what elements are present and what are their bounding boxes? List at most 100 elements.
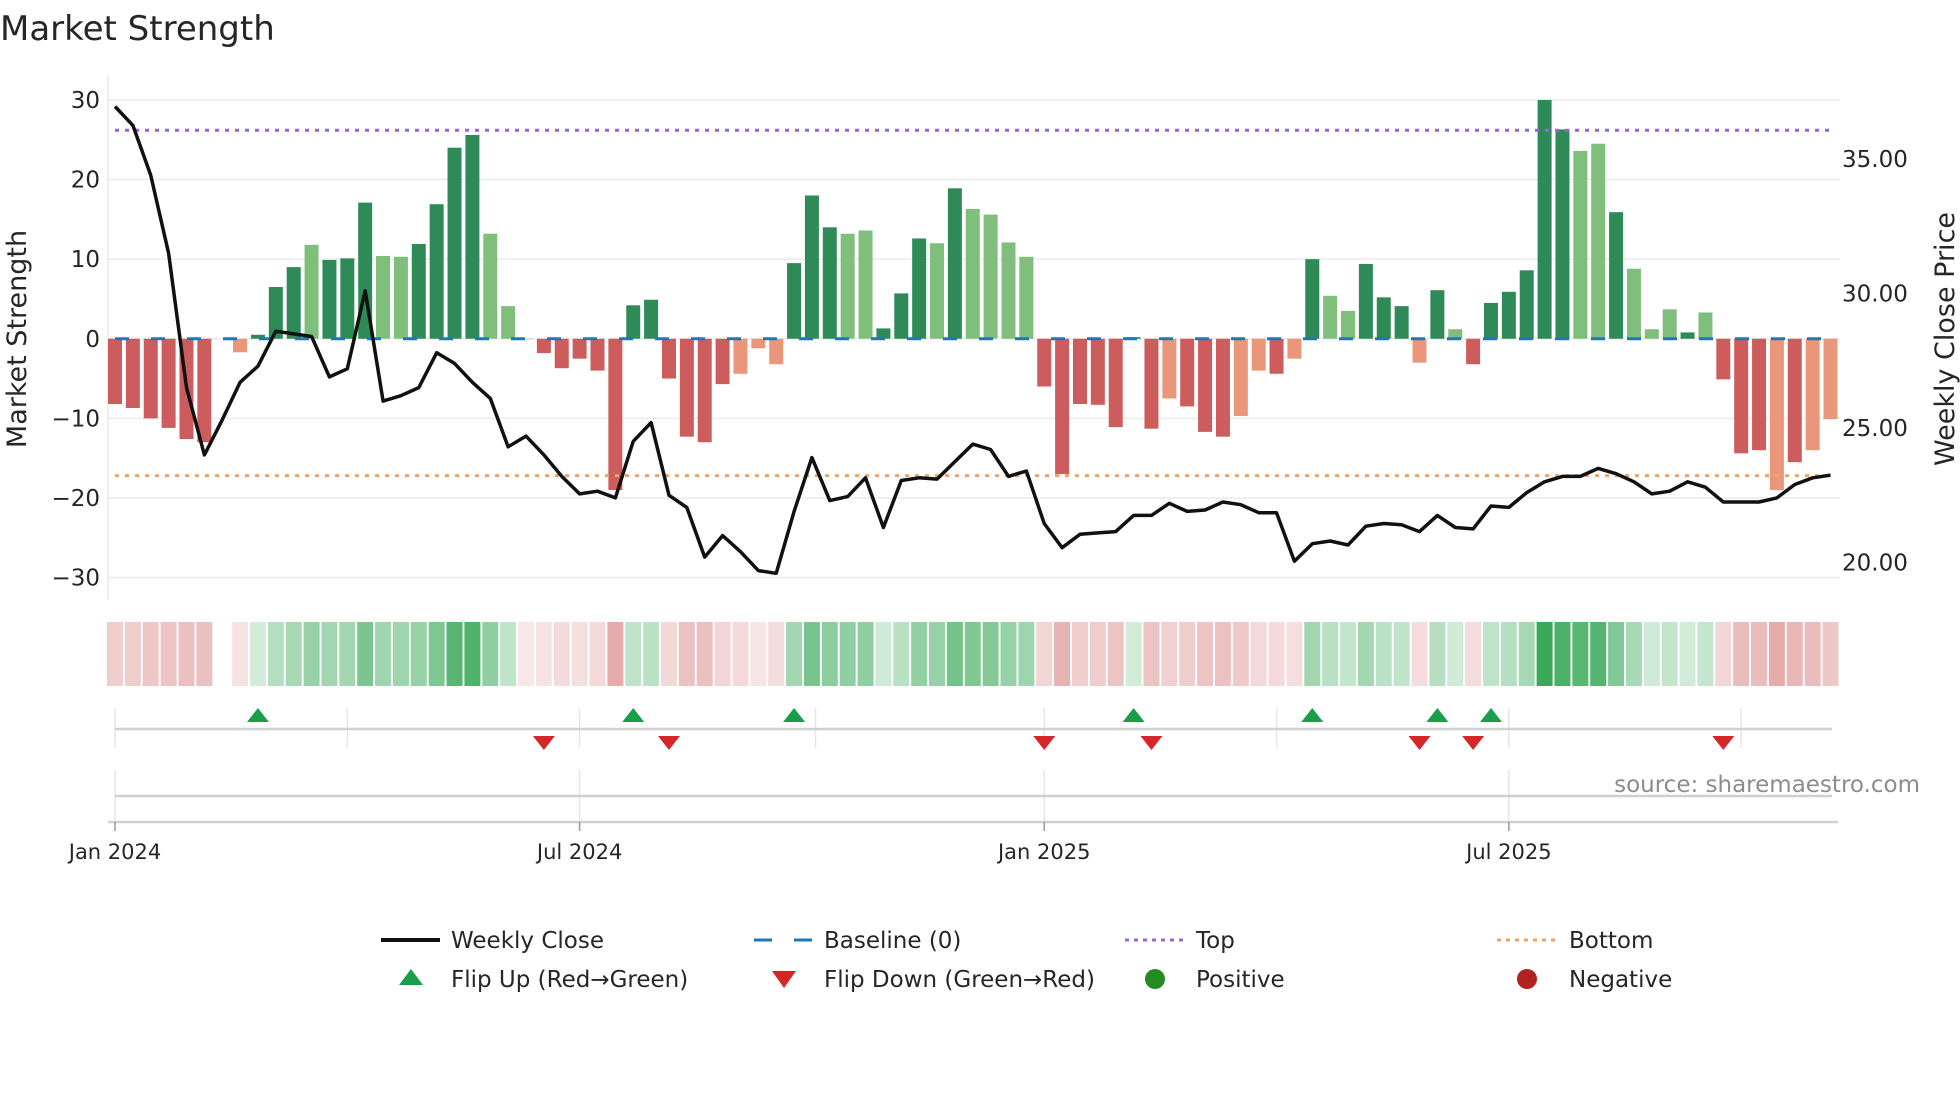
strength-bar [501,306,516,339]
strength-bar [876,328,891,339]
heatmap-cell [321,622,338,686]
y2-axis-label: Weekly Close Price [1930,212,1960,466]
heatmap-cell [464,622,481,686]
heatmap-cell [607,622,624,686]
strength-bar [644,299,659,339]
strength-bar [1537,99,1552,339]
heatmap-cell [160,622,177,686]
strength-bar [947,188,962,339]
heatmap-cell [1643,622,1660,686]
strength-bar [1358,263,1373,339]
heatmap-cell [1447,622,1464,686]
heatmap-cell [1036,622,1053,686]
heatmap-cell [1393,622,1410,686]
strength-bar [322,259,337,339]
heatmap-cell [500,622,517,686]
legend-item: Top [1125,928,1235,954]
strength-bar [1305,259,1320,339]
heatmap-cell [1161,622,1178,686]
strength-bar [1519,270,1534,339]
heatmap-cell [1751,622,1768,686]
heatmap-cell [1465,622,1482,686]
strength-bar [1323,295,1338,339]
strength-bar [376,255,391,339]
legend-item: Bottom [1497,928,1653,954]
strength-bar [1644,329,1659,339]
y2-axis-ticks: 35.00 30.00 25.00 20.00 [1842,147,1908,577]
flip-up-marker [1122,708,1145,722]
strength-bar [143,338,158,419]
strength-bar [1430,290,1445,339]
heatmap-cell [1304,622,1321,686]
y-tick-label: 0 [85,327,100,353]
heatmap-cell [1250,622,1267,686]
strength-bar [393,256,408,339]
heatmap-cell [535,622,552,686]
strength-bar [429,204,444,339]
strength-bar [465,134,480,339]
strength-bar [197,338,212,443]
strength-bar [1001,242,1016,339]
y-tick-label: −30 [51,566,100,592]
strength-bar [1805,338,1820,451]
heatmap-cell [267,622,284,686]
heatmap-cell [1608,622,1625,686]
heatmap-cell [1411,622,1428,686]
flip-up-legend-icon [399,969,423,985]
strength-bar [536,338,551,354]
strength-bar [1090,338,1105,405]
heatmap-cell [589,622,606,686]
heatmap-cell [357,622,374,686]
heatmap-cell [1697,622,1714,686]
heatmap-cell [1733,622,1750,686]
strength-heatmap-strip [107,622,1839,686]
strength-bar [1698,312,1713,339]
strength-bar [411,244,426,339]
strength-bar [965,209,980,339]
strength-bar [125,338,140,409]
flip-up-marker [1479,708,1502,722]
strength-bar [1555,129,1570,339]
heatmap-cell [375,622,392,686]
lower-panel [108,770,1838,824]
heatmap-cell [821,622,838,686]
legend-label: Flip Up (Red→Green) [451,967,688,993]
heatmap-cell [1500,622,1517,686]
strength-bar [1680,332,1695,339]
heatmap-cell [1018,622,1035,686]
heatmap-cell [839,622,856,686]
source-credit: source: sharemaestro.com [1614,772,1920,798]
heatmap-cell [1340,622,1357,686]
heatmap-cell [1518,622,1535,686]
heatmap-cell [714,622,731,686]
strength-bar [1162,338,1177,399]
heatmap-cell [1536,622,1553,686]
heatmap-cell [339,622,356,686]
strength-bar [661,338,676,379]
strength-bar [930,243,945,339]
flip-down-marker [657,736,680,750]
heatmap-cell [964,622,981,686]
y-axis-label: Market Strength [2,230,33,448]
flip-down-marker [1462,736,1485,750]
heatmap-cell [1286,622,1303,686]
heatmap-cell [1482,622,1499,686]
heatmap-cell [1786,622,1803,686]
legend-label: Bottom [1569,928,1653,954]
strength-bar [769,338,784,365]
x-tick-label: Jul 2025 [1464,840,1551,864]
strength-bar [733,338,748,374]
y-tick-label: −20 [51,486,100,512]
heatmap-cell [1357,622,1374,686]
legend-label: Negative [1569,967,1672,993]
x-tick-label: Jul 2024 [535,840,622,864]
heatmap-cell [732,622,749,686]
strength-bar [822,227,837,339]
heatmap-cell [124,622,141,686]
heatmap-cell [696,622,713,686]
weekly-close-line [113,105,1831,576]
strength-bar [1055,338,1070,475]
strength-bar [304,244,319,339]
y-tick-label: 20 [71,168,100,194]
heatmap-cell [1197,622,1214,686]
